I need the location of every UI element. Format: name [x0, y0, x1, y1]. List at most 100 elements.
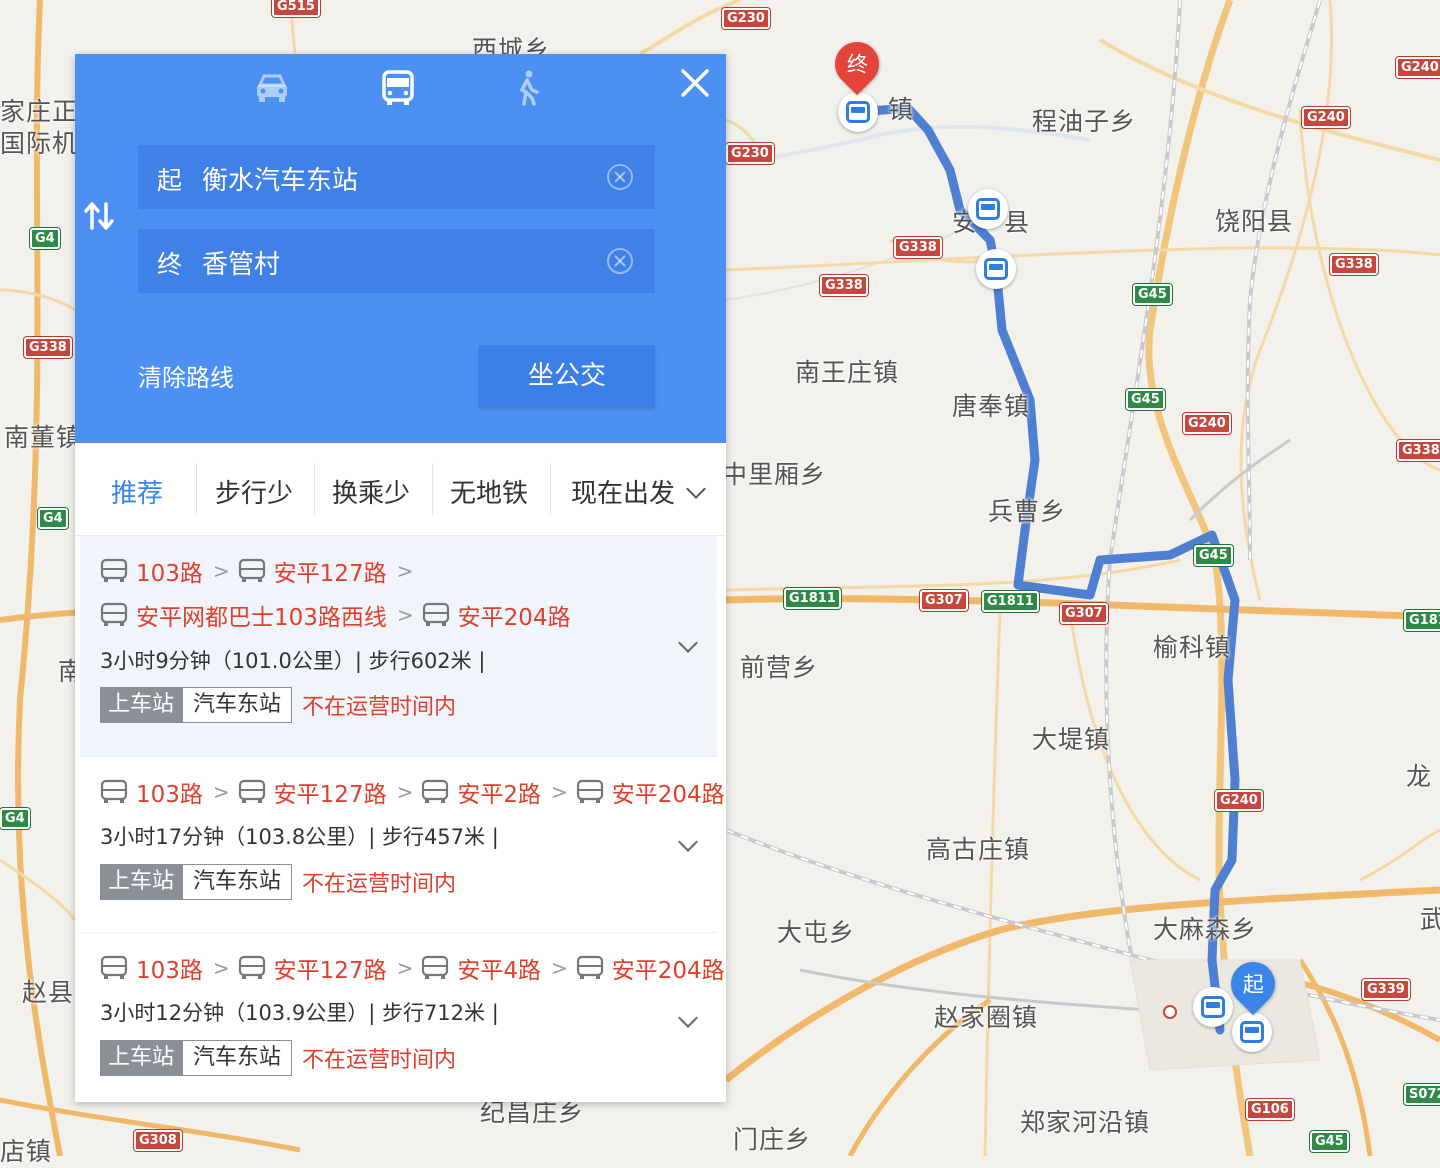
road-shield: G4	[0, 808, 30, 829]
place-label: 中里厢乡	[722, 460, 827, 489]
road-shield: G45	[1133, 284, 1172, 305]
clear-start-icon[interactable]	[607, 164, 633, 190]
end-tag: 终	[157, 250, 183, 279]
chevron-right-icon: >	[550, 956, 568, 980]
route-meta: 3小时17分钟（103.8公里）| 步行457米 |	[100, 825, 499, 849]
road-shield: G240	[1396, 57, 1440, 78]
place-label: 店镇	[0, 1137, 53, 1166]
route-name: 103路	[136, 561, 203, 587]
service-status: 不在运营时间内	[302, 872, 457, 897]
swap-icon[interactable]	[83, 200, 115, 232]
bus-icon	[984, 258, 1008, 280]
route-lines: 103路 > 安平127路 > 安平4路 > 安平204路	[100, 951, 725, 985]
route-panel: 起 终 清除路线 坐公交 推荐 步行少 换乘少 无地铁 现在出发 103路 >	[75, 54, 726, 1102]
depart-time-select[interactable]: 现在出发	[571, 473, 706, 510]
road-shield: G240	[1183, 413, 1231, 434]
place-label: 榆科镇	[1153, 633, 1232, 662]
place-label: 兵曹乡	[988, 497, 1067, 526]
mode-bus-tab[interactable]	[376, 68, 420, 108]
road-shield: G240	[1215, 790, 1263, 811]
road-shield: G4	[30, 228, 60, 249]
expand-chevron-icon[interactable]	[678, 832, 698, 852]
clear-end-icon[interactable]	[607, 248, 633, 274]
clear-route-link[interactable]: 清除路线	[138, 358, 234, 393]
boarding-station: 汽车东站	[182, 687, 293, 723]
place-label: 龙	[1406, 762, 1433, 791]
start-input[interactable]	[200, 157, 584, 199]
boarding-info: 上车站 汽车东站 不在运营时间内	[100, 687, 456, 723]
bus-icon	[100, 602, 128, 626]
road-shield: G307	[920, 590, 968, 611]
go-bus-button[interactable]: 坐公交	[479, 345, 655, 407]
boarding-station: 汽车东站	[182, 1040, 293, 1076]
bus-stop-marker[interactable]	[976, 249, 1016, 289]
filter-bar: 推荐 步行少 换乘少 无地铁 现在出发	[75, 443, 726, 536]
route-name: 103路	[136, 782, 203, 808]
filter-no-subway[interactable]: 无地铁	[450, 473, 528, 510]
route-panel-header: 起 终 清除路线 坐公交	[75, 54, 726, 443]
filter-less-walk[interactable]: 步行少	[215, 473, 293, 510]
chevron-right-icon: >	[212, 559, 230, 583]
road-shield: G45	[1194, 545, 1233, 566]
bus-icon	[422, 602, 449, 626]
route-option-1[interactable]: 103路 > 安平127路 > 安平网都巴士103路西线 > 安平204路 3小…	[80, 536, 717, 756]
route-option-3[interactable]: 103路 > 安平127路 > 安平4路 > 安平204路 3小时12分钟（10…	[80, 933, 725, 1101]
route-meta: 3小时9分钟（101.0公里）| 步行602米 |	[100, 649, 486, 673]
chevron-right-icon: >	[396, 780, 414, 804]
route-name: 安平127路	[273, 782, 387, 808]
route-name: 安平204路	[611, 958, 725, 984]
boarding-label: 上车站	[100, 687, 183, 723]
mode-walk-tab[interactable]	[505, 68, 549, 108]
bus-stop-marker[interactable]	[1232, 1012, 1272, 1052]
bus-stop-marker[interactable]	[1193, 987, 1233, 1027]
bus-icon	[846, 101, 870, 123]
start-tag: 起	[157, 166, 183, 195]
road-shield: G338	[820, 275, 868, 296]
road-shield: G339	[1362, 979, 1410, 1000]
bus-icon	[1240, 1021, 1264, 1043]
road-shield: G338	[894, 237, 942, 258]
place-label: 程油子乡	[1032, 107, 1137, 136]
place-label: 大堤镇	[1032, 725, 1111, 754]
start-field: 起	[138, 145, 655, 209]
route-name: 安平204路	[457, 605, 571, 631]
service-status: 不在运营时间内	[302, 1048, 457, 1073]
service-status: 不在运营时间内	[302, 695, 457, 720]
place-label: 唐奉镇	[952, 392, 1031, 421]
expand-chevron-icon[interactable]	[678, 633, 698, 653]
end-pin-label: 终	[846, 53, 868, 77]
bus-icon	[382, 70, 414, 105]
bus-stop-marker[interactable]	[968, 189, 1008, 229]
place-label: 大麻森乡	[1153, 915, 1258, 944]
route-name: 103路	[136, 958, 203, 984]
bus-icon	[1201, 996, 1225, 1018]
bus-icon	[238, 558, 265, 582]
road-shield: G230	[726, 143, 774, 164]
car-icon	[257, 74, 287, 102]
road-shield: G515	[272, 0, 320, 17]
road-shield: G45	[1310, 1131, 1349, 1152]
bus-stop-marker[interactable]	[838, 92, 878, 132]
end-input[interactable]	[200, 241, 584, 283]
route-lines: 安平网都巴士103路西线 > 安平204路	[100, 598, 571, 632]
filter-less-transfer[interactable]: 换乘少	[332, 473, 410, 510]
place-label: 饶阳县	[1215, 207, 1294, 236]
filter-recommend[interactable]: 推荐	[111, 473, 163, 510]
road-shield: G338	[1330, 254, 1378, 275]
divider	[432, 463, 433, 515]
place-label: 镇	[888, 95, 915, 124]
expand-chevron-icon[interactable]	[678, 1008, 698, 1028]
place-label: 南王庄镇	[795, 358, 900, 387]
walk-icon	[520, 70, 539, 106]
route-option-2[interactable]: 103路 > 安平127路 > 安平2路 > 安平204路 3小时17分钟（10…	[80, 757, 725, 932]
mode-drive-tab[interactable]	[250, 68, 294, 108]
road-shield: G181	[1404, 610, 1440, 631]
start-pin-label: 起	[1242, 973, 1264, 997]
boarding-info: 上车站 汽车东站 不在运营时间内	[100, 864, 456, 900]
route-name: 安平4路	[457, 958, 541, 984]
bus-icon	[976, 198, 1000, 220]
place-label: 郑家河沿镇	[1020, 1108, 1151, 1137]
road-shield: G106	[1246, 1099, 1294, 1120]
divider	[550, 463, 551, 515]
close-icon[interactable]	[678, 66, 712, 100]
